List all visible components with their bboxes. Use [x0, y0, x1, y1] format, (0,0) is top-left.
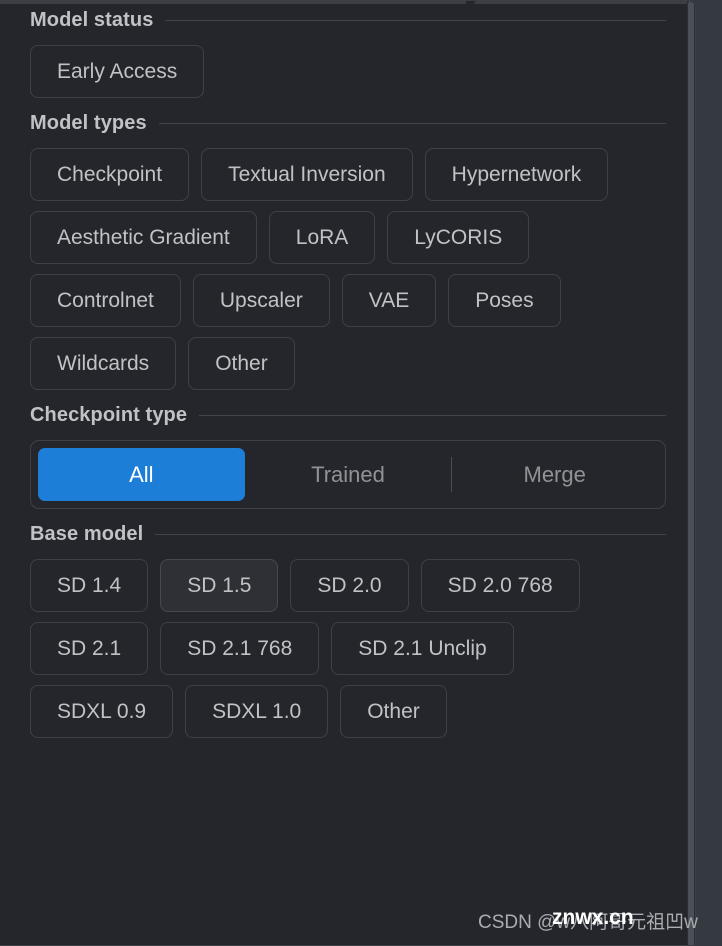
filter-chip[interactable]: SDXL 0.9: [30, 685, 174, 738]
section-divider: [165, 20, 666, 21]
filter-chip[interactable]: Early Access: [30, 45, 205, 98]
filter-chip[interactable]: SD 1.5: [160, 559, 279, 612]
filter-chip[interactable]: LoRA: [268, 211, 376, 264]
filter-chip[interactable]: Checkpoint: [30, 148, 190, 201]
chip-group-base-model: SD 1.4 SD 1.5 SD 2.0 SD 2.0 768 SD 2.1 SD 2.1…: [30, 559, 666, 738]
filter-chip[interactable]: VAE: [341, 274, 437, 327]
filter-chip[interactable]: SD 2.1 768: [160, 622, 320, 675]
filter-chip[interactable]: Aesthetic Gradient: [30, 211, 257, 264]
panel-top-edge-left: [0, 1, 466, 4]
section-divider: [199, 415, 666, 416]
chip-group-model-status: Early Access: [30, 45, 666, 98]
filter-chip[interactable]: Wildcards: [30, 337, 177, 390]
filter-chip[interactable]: SD 2.1: [30, 622, 149, 675]
section-header-model-types: Model types: [30, 112, 666, 135]
panel-top-edge-right: [474, 1, 695, 4]
section-model-types: Model types Checkpoint Textual Inversion Hy…: [30, 112, 666, 390]
filter-chip[interactable]: Upscaler: [192, 274, 330, 327]
filter-chip[interactable]: Poses: [448, 274, 561, 327]
filters-content: Model status Early Access Model types Check…: [0, 9, 695, 752]
section-title: Model types: [30, 112, 147, 134]
section-header-model-status: Model status: [30, 9, 666, 32]
section-model-status: Model status Early Access: [30, 9, 666, 98]
filter-chip[interactable]: Other: [340, 685, 447, 738]
screen-root: Model status Early Access Model types Check…: [0, 0, 722, 946]
filter-chip[interactable]: Hypernetwork: [424, 148, 609, 201]
segmented-control-checkpoint-type: All Trained Merge: [30, 440, 666, 509]
segment-option[interactable]: Merge: [451, 448, 658, 501]
section-divider: [155, 534, 666, 535]
section-title: Model status: [30, 9, 154, 31]
panel-scrollbar-track[interactable]: [687, 1, 695, 945]
filter-chip[interactable]: SD 2.0: [290, 559, 409, 612]
filter-chip[interactable]: SD 1.4: [30, 559, 149, 612]
section-header-base-model: Base model: [30, 523, 666, 546]
segment-option[interactable]: Trained: [245, 448, 452, 501]
filter-chip[interactable]: LyCORIS: [387, 211, 530, 264]
filter-chip[interactable]: Textual Inversion: [201, 148, 413, 201]
segment-option[interactable]: All: [38, 448, 245, 501]
section-header-checkpoint-type: Checkpoint type: [30, 404, 666, 427]
filter-chip[interactable]: SDXL 1.0: [185, 685, 329, 738]
panel-scrollbar-thumb[interactable]: [688, 1, 694, 945]
section-title: Base model: [30, 523, 144, 545]
model-filters-drawer: Model status Early Access Model types Check…: [0, 0, 696, 946]
filter-chip[interactable]: SD 2.1 Unclip: [331, 622, 514, 675]
filter-chip[interactable]: Other: [188, 337, 295, 390]
section-base-model: Base model SD 1.4 SD 1.5 SD 2.0 SD 2.0 768 SD…: [30, 523, 666, 738]
chip-group-model-types: Checkpoint Textual Inversion Hypernetwork A…: [30, 148, 666, 390]
section-checkpoint-type: Checkpoint type All Trained Merge: [30, 404, 666, 509]
filter-chip[interactable]: SD 2.0 768: [420, 559, 580, 612]
filter-chip[interactable]: Controlnet: [30, 274, 181, 327]
section-title: Checkpoint type: [30, 404, 188, 426]
section-divider: [158, 123, 666, 124]
